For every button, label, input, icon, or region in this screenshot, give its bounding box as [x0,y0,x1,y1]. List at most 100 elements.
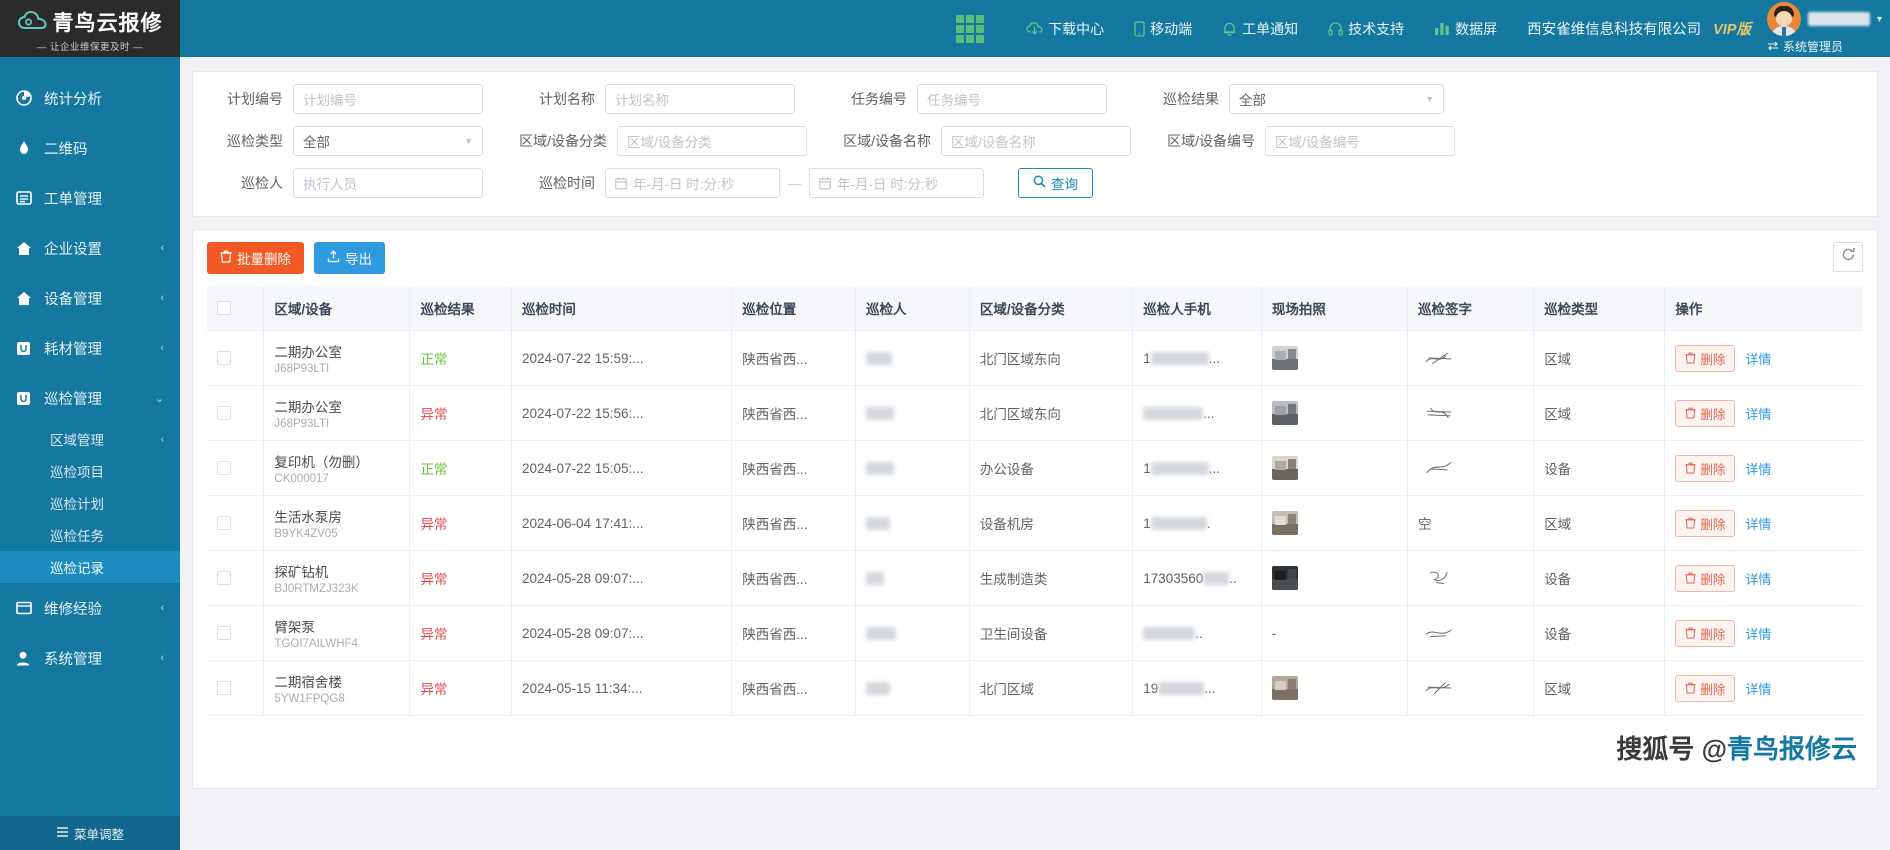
sidebar-item-system-management[interactable]: 系统管理 ‹ [0,633,180,683]
row-detail-link[interactable]: 详情 [1745,404,1771,423]
filter-area-name: 区域/设备名称 区域/设备名称 [829,126,1131,156]
cell-location: 陕西省西... [731,660,856,716]
row-checkbox[interactable] [217,351,231,365]
sub-item-label: 巡检任务 [50,529,104,544]
area-code-input[interactable]: 区域/设备编号 [1265,126,1455,156]
device-name: 生活水泵房 [274,510,342,525]
top-link-data-screen[interactable]: 数据屏 [1434,19,1497,39]
table-row[interactable]: 二期办公室 J68P93LTI 异常 2024-07-22 15:56:... … [207,385,1863,441]
sidebar-item-inspection-records[interactable]: 巡检记录 [0,551,180,583]
inspector-name-masked [866,517,890,531]
site-photo[interactable] [1271,566,1298,590]
export-button[interactable]: 导出 [314,242,385,274]
area-category-input[interactable]: 区域/设备分类 [617,126,807,156]
row-delete-button[interactable]: 删除 [1675,564,1736,592]
inspection-result-select[interactable]: 全部 ▼ [1229,84,1444,114]
date-start-input[interactable]: 年-月-日 时:分:秒 [605,168,780,198]
sidebar-item-consumables[interactable]: 耗材管理 ‹ [0,323,180,373]
site-photo[interactable] [1271,676,1298,700]
qrcode-icon [16,140,38,156]
date-end-input[interactable]: 年-月-日 时:分:秒 [809,168,984,198]
cell-photo [1261,440,1408,496]
inspector-input[interactable]: 执行人员 [293,168,483,198]
top-link-tech-support[interactable]: 技术支持 [1328,19,1404,39]
site-photo[interactable] [1271,346,1298,370]
date-range-separator: — [788,175,801,191]
row-checkbox[interactable] [217,461,231,475]
top-link-mobile[interactable]: 移动端 [1134,19,1192,39]
cell-type: 设备 [1533,550,1666,606]
app-root: 青鸟云报修 — 让企业维保更及时 — 统计分析 二维码 工单管理 企业设置 ‹ … [0,0,1890,850]
row-delete-label: 删除 [1700,627,1726,642]
row-checkbox[interactable] [217,681,231,695]
row-detail-link[interactable]: 详情 [1745,459,1771,478]
table-row[interactable]: 复印机（勿删） CK000017 正常 2024-07-22 15:05:...… [207,440,1863,496]
sidebar-item-repair-experience[interactable]: 维修经验 ‹ [0,583,180,633]
brand-logo[interactable]: 青鸟云报修 — 让企业维保更及时 — [0,0,180,57]
row-delete-button[interactable]: 删除 [1675,619,1736,647]
sidebar-item-inspection-tasks[interactable]: 巡检任务 [0,519,180,551]
site-photo[interactable] [1271,401,1298,425]
row-delete-button[interactable]: 删除 [1675,674,1736,702]
row-checkbox[interactable] [217,626,231,640]
row-delete-button[interactable]: 删除 [1675,344,1736,372]
select-value: 全部 [1239,93,1266,108]
search-button[interactable]: 查询 [1018,168,1093,198]
table-row[interactable]: 二期宿舍楼 5YW1FPQG8 异常 2024-05-15 11:34:... … [207,660,1863,716]
row-delete-button[interactable]: 删除 [1675,509,1736,537]
sidebar-item-enterprise-settings[interactable]: 企业设置 ‹ [0,223,180,273]
batch-delete-button[interactable]: 批量删除 [207,242,304,274]
row-detail-link[interactable]: 详情 [1745,349,1771,368]
brand-logo-row: 青鸟云报修 [17,7,163,37]
site-photo[interactable] [1271,511,1298,535]
user-row[interactable]: ▾ [1766,2,1882,36]
sidebar-item-qrcode[interactable]: 二维码 [0,123,180,173]
sidebar-item-inspection-plans[interactable]: 巡检计划 [0,487,180,519]
row-delete-button[interactable]: 删除 [1675,399,1736,427]
row-detail-link[interactable]: 详情 [1745,679,1771,698]
plan-name-input[interactable]: 计划名称 [605,84,795,114]
sidebar-item-inspection-items[interactable]: 巡检项目 [0,455,180,487]
table-row[interactable]: 臂架泵 TGOI7AILWHF4 异常 2024-05-28 09:07:...… [207,605,1863,661]
sidebar-item-equipment[interactable]: 设备管理 ‹ [0,273,180,323]
row-delete-label: 删除 [1700,682,1726,697]
select-all-checkbox[interactable] [217,301,231,315]
task-code-input[interactable]: 任务编号 [917,84,1107,114]
top-link-workorder-notice[interactable]: 工单通知 [1222,19,1298,39]
row-checkbox[interactable] [217,406,231,420]
plan-code-input[interactable]: 计划编号 [293,84,483,114]
chevron-icon: ‹ [160,602,164,614]
inspection-type-select[interactable]: 全部 ▼ [293,126,483,156]
cell-result: 异常 [409,660,512,716]
trash-icon [1685,352,1696,364]
row-checkbox[interactable] [217,516,231,530]
trash-icon [1685,682,1696,694]
cloud-download-icon [1026,21,1043,36]
sidebar-item-area-management[interactable]: 区域管理 ‹ [0,423,180,455]
inspection-submenu: 区域管理 ‹ 巡检项目 巡检计划 巡检任务 巡检记录 [0,423,180,583]
row-delete-button[interactable]: 删除 [1675,454,1736,482]
row-detail-link[interactable]: 详情 [1745,514,1771,533]
user-role[interactable]: 系统管理员 [1767,38,1843,55]
filter-label: 区域/设备名称 [843,133,931,149]
filter-label: 任务编号 [851,91,907,107]
user-menu[interactable]: ▾ 系统管理员 [1766,2,1882,55]
cell-signature [1407,330,1535,386]
top-link-download-center[interactable]: 下载中心 [1026,19,1104,39]
table-row[interactable]: 探矿钻机 BJ0RTMZJ323K 异常 2024-05-28 09:07:..… [207,550,1863,606]
row-detail-link[interactable]: 详情 [1745,569,1771,588]
refresh-button[interactable] [1833,242,1863,272]
sidebar-item-statistics[interactable]: 统计分析 [0,73,180,123]
area-name-input[interactable]: 区域/设备名称 [941,126,1131,156]
apps-grid-icon[interactable] [956,14,985,43]
sidebar-item-workorders[interactable]: 工单管理 [0,173,180,223]
table-row[interactable]: 二期办公室 J68P93LTI 正常 2024-07-22 15:59:... … [207,330,1863,386]
row-detail-link[interactable]: 详情 [1745,624,1771,643]
menu-adjust-label: 菜单调整 [73,827,124,842]
site-photo[interactable] [1271,456,1298,480]
menu-adjust-button[interactable]: 菜单调整 [0,816,180,850]
table-row[interactable]: 生活水泵房 B9YK4ZV05 异常 2024-06-04 17:41:... … [207,495,1863,551]
sidebar-item-inspection[interactable]: 巡检管理 ⌄ [0,373,180,423]
filter-task-code: 任务编号 任务编号 [831,84,1107,114]
row-checkbox[interactable] [217,571,231,585]
